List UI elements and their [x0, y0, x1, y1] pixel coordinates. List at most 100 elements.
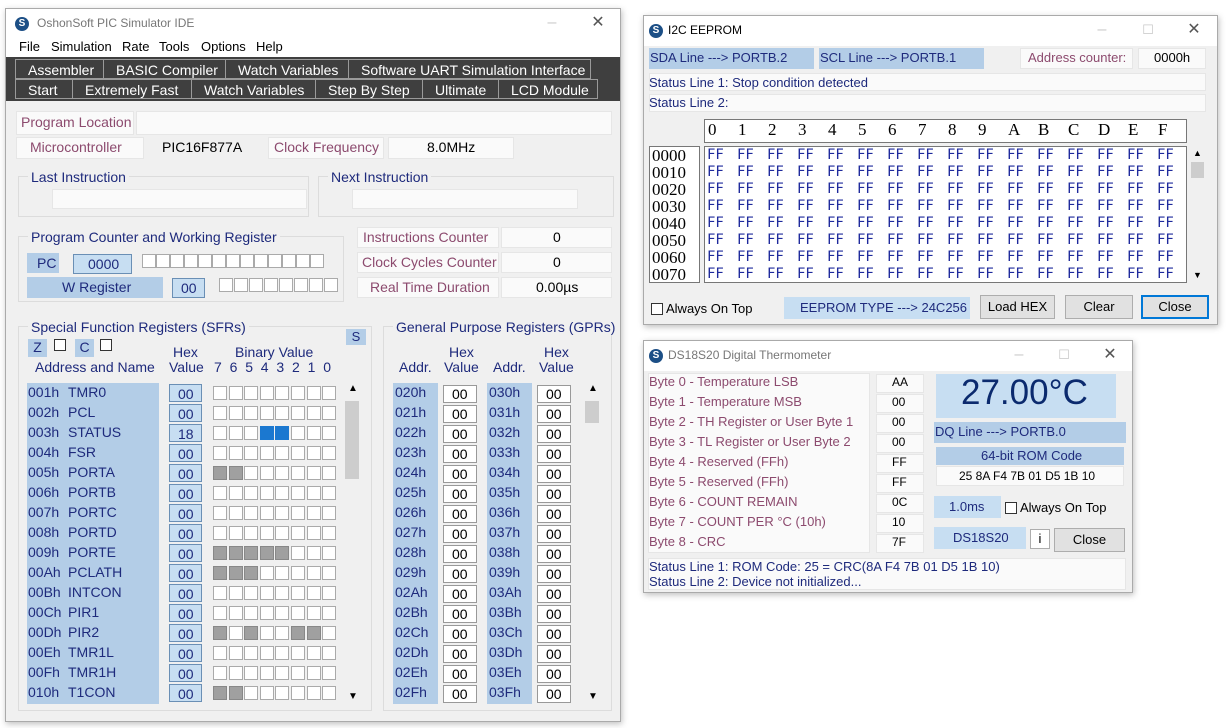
sfr-hex-value[interactable]: 00 — [178, 386, 194, 402]
sfr-bit[interactable] — [213, 446, 227, 460]
gpr-value[interactable]: 00 — [546, 386, 562, 402]
eeprom-cell[interactable]: FF — [767, 164, 784, 180]
sfr-bit[interactable] — [228, 506, 243, 520]
sfr-bit[interactable] — [244, 386, 259, 400]
eeprom-cell[interactable]: FF — [917, 232, 934, 248]
gpr-value[interactable]: 00 — [546, 446, 562, 462]
main-title-bar[interactable]: S OshonSoft PIC Simulator IDE – ✕ — [6, 9, 620, 39]
sfr-bit[interactable] — [306, 486, 321, 500]
gpr-value[interactable]: 00 — [452, 466, 468, 482]
minimize-icon[interactable]: – — [529, 9, 575, 39]
sfr-bit[interactable] — [228, 426, 243, 440]
eeprom-cell[interactable]: FF — [797, 266, 814, 282]
eeprom-cell[interactable]: FF — [707, 215, 724, 231]
eeprom-cell[interactable]: FF — [1127, 181, 1144, 197]
eeprom-cell[interactable]: FF — [797, 164, 814, 180]
eeprom-cell[interactable]: FF — [1037, 164, 1054, 180]
eeprom-cell[interactable]: FF — [1097, 147, 1114, 163]
sfr-bit[interactable] — [306, 646, 321, 660]
gpr-value[interactable]: 00 — [452, 446, 468, 462]
eeprom-cell[interactable]: FF — [1037, 198, 1054, 214]
watch-variables-button[interactable]: Watch Variables — [191, 79, 316, 99]
extremely-fast-button[interactable]: Extremely Fast — [72, 79, 192, 99]
sfr-bit[interactable] — [244, 546, 259, 560]
step-by-step-button[interactable]: Step By Step — [315, 79, 423, 99]
eeprom-cell[interactable]: FF — [707, 147, 724, 163]
lcd-module-button[interactable]: LCD Module — [498, 79, 598, 99]
maximize-icon[interactable]: ☐ — [1041, 341, 1087, 371]
sfr-bit[interactable] — [306, 566, 321, 580]
sfr-bit[interactable] — [213, 626, 227, 640]
gpr-value[interactable]: 00 — [452, 666, 468, 682]
eeprom-cell[interactable]: FF — [1157, 181, 1174, 197]
eeprom-cell[interactable]: FF — [1127, 266, 1144, 282]
eeprom-cell[interactable]: FF — [857, 181, 874, 197]
eeprom-cell[interactable]: FF — [707, 249, 724, 265]
sfr-bit[interactable] — [259, 686, 274, 700]
sfr-bit[interactable] — [275, 426, 290, 440]
sfr-bit[interactable] — [228, 686, 243, 700]
info-button[interactable]: i — [1030, 529, 1050, 549]
sfr-bit[interactable] — [275, 406, 290, 420]
eeprom-cell[interactable]: FF — [1127, 215, 1144, 231]
sfr-bit[interactable] — [228, 646, 243, 660]
eeprom-cell[interactable]: FF — [977, 181, 994, 197]
eeprom-cell[interactable]: FF — [767, 198, 784, 214]
sfr-bit[interactable] — [213, 666, 227, 680]
eeprom-cell[interactable]: FF — [917, 249, 934, 265]
eeprom-cell[interactable]: FF — [917, 215, 934, 231]
sfr-bit[interactable] — [259, 446, 274, 460]
sfr-bit[interactable] — [291, 386, 305, 400]
eeprom-cell[interactable]: FF — [857, 215, 874, 231]
eeprom-cell[interactable]: FF — [1007, 215, 1024, 231]
eeprom-cell[interactable]: FF — [737, 232, 754, 248]
eeprom-cell[interactable]: FF — [1097, 266, 1114, 282]
basic-compiler-button[interactable]: BASIC Compiler — [103, 59, 226, 79]
sfr-bit[interactable] — [322, 566, 337, 580]
sfr-hex-value[interactable]: 00 — [178, 486, 194, 502]
eeprom-cell[interactable]: FF — [737, 215, 754, 231]
sfr-bit[interactable] — [306, 386, 321, 400]
eeprom-cell[interactable]: FF — [1157, 215, 1174, 231]
sfr-bit[interactable] — [244, 526, 259, 540]
eeprom-cell[interactable]: FF — [1127, 232, 1144, 248]
eeprom-cell[interactable]: FF — [1007, 181, 1024, 197]
sfr-bit[interactable] — [275, 566, 290, 580]
eeprom-cell[interactable]: FF — [1157, 266, 1174, 282]
sfr-bit[interactable] — [213, 566, 227, 580]
sfr-hex-value[interactable]: 00 — [178, 666, 194, 682]
sfr-bit[interactable] — [259, 586, 274, 600]
eeprom-cell[interactable]: FF — [977, 164, 994, 180]
eeprom-cell[interactable]: FF — [827, 249, 844, 265]
eeprom-cell[interactable]: FF — [827, 181, 844, 197]
close-icon[interactable]: ✕ — [1171, 16, 1217, 46]
sfr-bit[interactable] — [306, 406, 321, 420]
eeprom-cell[interactable]: FF — [947, 181, 964, 197]
eeprom-cell[interactable]: FF — [1157, 147, 1174, 163]
eeprom-cell[interactable]: FF — [827, 266, 844, 282]
gpr-value[interactable]: 00 — [452, 686, 468, 702]
sfr-bit[interactable] — [322, 466, 337, 480]
sfr-bit[interactable] — [244, 506, 259, 520]
sfr-bit[interactable] — [228, 446, 243, 460]
menu-simulation[interactable]: Simulation — [51, 39, 112, 54]
sfr-bit[interactable] — [213, 486, 227, 500]
sfr-bit[interactable] — [228, 546, 243, 560]
eeprom-cell[interactable]: FF — [1007, 147, 1024, 163]
sfr-bit[interactable] — [259, 526, 274, 540]
eeprom-cell[interactable]: FF — [1037, 147, 1054, 163]
gpr-value[interactable]: 00 — [452, 506, 468, 522]
gpr-value[interactable]: 00 — [452, 426, 468, 442]
watch-variables-top-button[interactable]: Watch Variables — [225, 59, 349, 79]
eeprom-cell[interactable]: FF — [857, 147, 874, 163]
eeprom-cell[interactable]: FF — [707, 266, 724, 282]
sfr-bit[interactable] — [275, 666, 290, 680]
sfr-bit[interactable] — [275, 386, 290, 400]
eeprom-cell[interactable]: FF — [1097, 181, 1114, 197]
sfr-bit[interactable] — [291, 586, 305, 600]
scroll-thumb[interactable] — [585, 401, 599, 423]
sfr-bit[interactable] — [291, 626, 305, 640]
eeprom-cell[interactable]: FF — [1067, 215, 1084, 231]
eeprom-cell[interactable]: FF — [767, 249, 784, 265]
eeprom-cell[interactable]: FF — [947, 232, 964, 248]
